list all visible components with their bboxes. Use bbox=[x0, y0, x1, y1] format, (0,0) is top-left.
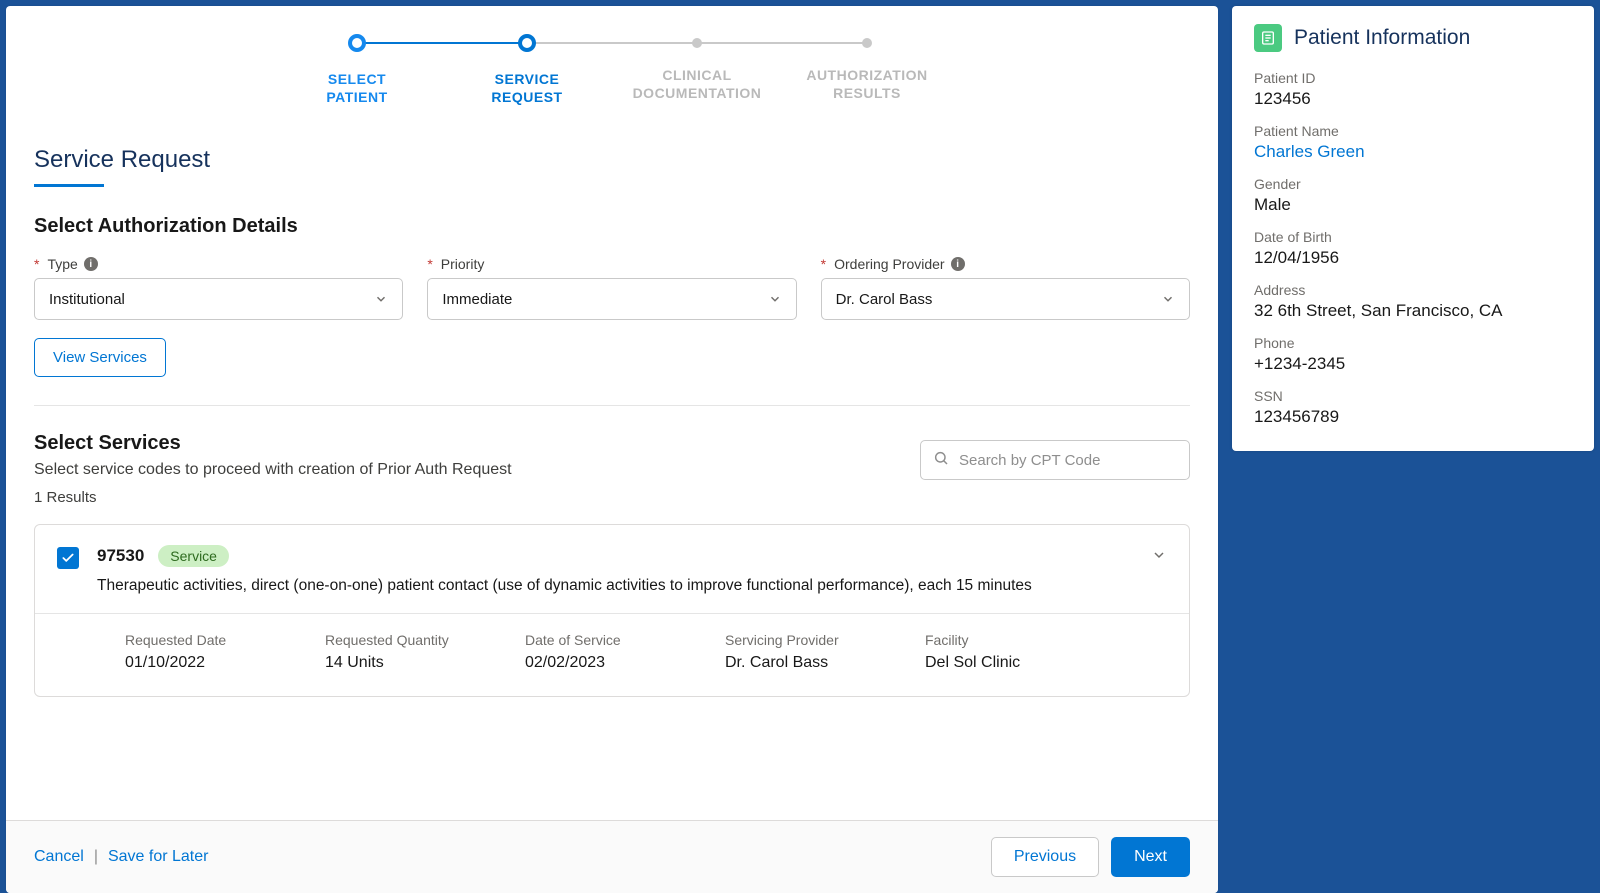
service-checkbox[interactable] bbox=[57, 547, 79, 569]
step-service-request[interactable]: SERVICE REQUEST bbox=[442, 34, 612, 106]
main-panel: SELECT PATIENT SERVICE REQUEST CLINICAL … bbox=[6, 6, 1218, 893]
page-title: Service Request bbox=[34, 146, 210, 174]
search-input-wrapper[interactable] bbox=[920, 440, 1190, 480]
type-label: *Type i bbox=[34, 256, 403, 272]
chevron-down-icon bbox=[1161, 292, 1175, 306]
results-count: 1 Results bbox=[34, 489, 512, 506]
service-code: 97530 bbox=[97, 546, 144, 566]
view-services-button[interactable]: View Services bbox=[34, 338, 166, 377]
collapse-toggle[interactable] bbox=[1151, 547, 1167, 568]
patient-id-value: 123456 bbox=[1254, 89, 1572, 109]
info-icon[interactable]: i bbox=[84, 257, 98, 271]
service-badge: Service bbox=[158, 545, 229, 567]
next-button[interactable]: Next bbox=[1111, 837, 1190, 877]
chevron-down-icon bbox=[374, 292, 388, 306]
ordering-provider-select[interactable]: Dr. Carol Bass bbox=[821, 278, 1190, 320]
patient-panel-title: Patient Information bbox=[1294, 26, 1470, 50]
service-details: Requested Date01/10/2022 Requested Quant… bbox=[35, 613, 1189, 696]
auth-section-title: Select Authorization Details bbox=[34, 215, 1190, 238]
cancel-link[interactable]: Cancel bbox=[34, 848, 84, 866]
patient-name-link[interactable]: Charles Green bbox=[1254, 142, 1572, 162]
search-icon bbox=[933, 450, 949, 471]
progress-steps: SELECT PATIENT SERVICE REQUEST CLINICAL … bbox=[34, 34, 1190, 106]
previous-button[interactable]: Previous bbox=[991, 837, 1099, 877]
info-icon[interactable]: i bbox=[951, 257, 965, 271]
patient-info-panel: Patient Information Patient ID123456 Pat… bbox=[1232, 6, 1594, 451]
chevron-down-icon bbox=[768, 292, 782, 306]
step-clinical-documentation: CLINICAL DOCUMENTATION bbox=[612, 34, 782, 102]
service-description: Therapeutic activities, direct (one-on-o… bbox=[97, 575, 1167, 597]
step-authorization-results: AUTHORIZATION RESULTS bbox=[782, 34, 952, 102]
service-card: 97530 Service Therapeutic activities, di… bbox=[34, 524, 1190, 697]
patient-info-icon bbox=[1254, 24, 1282, 52]
footer-bar: Cancel | Save for Later Previous Next bbox=[6, 820, 1218, 893]
services-title: Select Services bbox=[34, 432, 512, 455]
priority-select[interactable]: Immediate bbox=[427, 278, 796, 320]
services-desc: Select service codes to proceed with cre… bbox=[34, 461, 512, 479]
step-select-patient[interactable]: SELECT PATIENT bbox=[272, 34, 442, 106]
type-select[interactable]: Institutional bbox=[34, 278, 403, 320]
ordering-provider-label: *Ordering Provider i bbox=[821, 256, 1190, 272]
cpt-search-input[interactable] bbox=[959, 452, 1177, 469]
priority-label: *Priority bbox=[427, 256, 796, 272]
save-for-later-link[interactable]: Save for Later bbox=[108, 848, 209, 866]
